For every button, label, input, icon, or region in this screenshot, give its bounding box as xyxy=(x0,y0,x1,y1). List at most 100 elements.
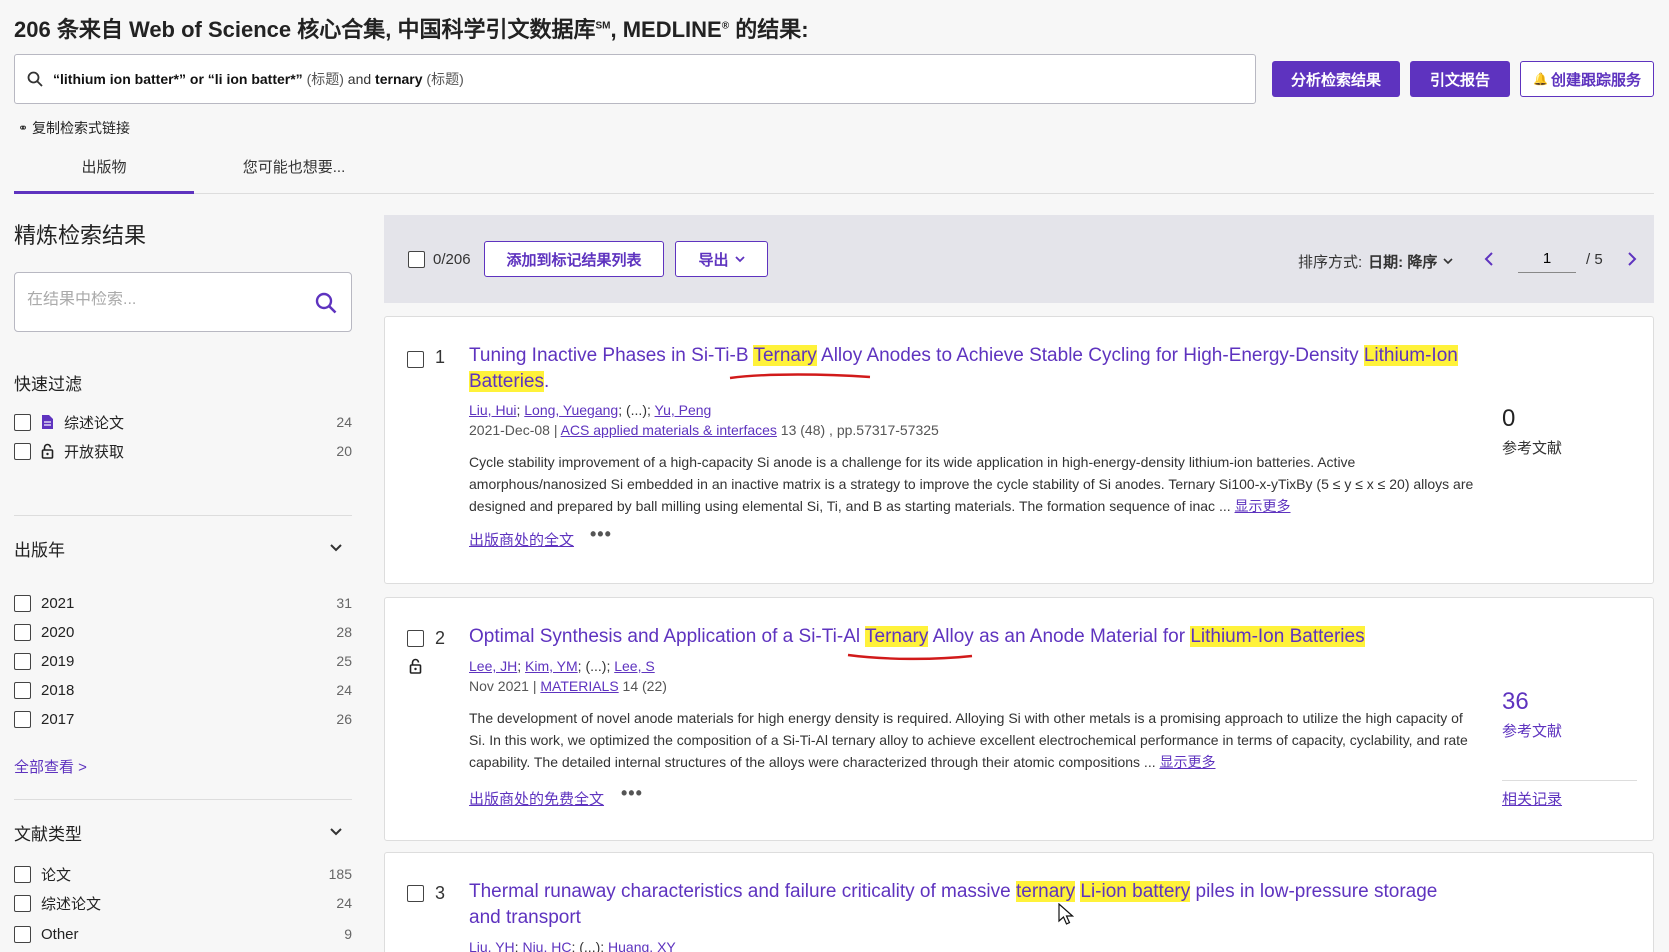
filter-year-2020[interactable]: 2020 28 xyxy=(14,621,352,643)
show-more-link[interactable]: 显示更多 xyxy=(1160,754,1216,770)
analyze-results-button[interactable]: 分析检索结果 xyxy=(1272,61,1400,97)
author-link[interactable]: Long, Yuegang xyxy=(524,402,618,418)
tab-publications[interactable]: 出版物 xyxy=(14,156,194,194)
select-all[interactable]: 0/206 xyxy=(408,251,471,268)
query-text: “lithium ion batter*” or “li ion batter*… xyxy=(53,71,464,87)
divider xyxy=(14,799,352,800)
author-link[interactable]: Lee, JH xyxy=(469,658,517,674)
result-tabs: 出版物 您可能也想要... xyxy=(14,148,1654,194)
result-authors: Lee, JH; Kim, YM; (...); Lee, S xyxy=(469,658,655,674)
quick-filter-title: 快速过滤 xyxy=(14,375,82,394)
chevron-right-icon[interactable] xyxy=(1627,252,1637,266)
result-authors: Liu, Hui; Long, Yuegang; (...); Yu, Peng xyxy=(469,402,712,418)
results-count: 206 xyxy=(14,17,51,42)
result-source: Nov 2021 | MATERIALS 14 (22) xyxy=(469,678,667,694)
references-label[interactable]: 参考文献 xyxy=(1502,720,1562,741)
doc-type-title: 文献类型 xyxy=(14,825,82,844)
author-link[interactable]: Liu, Hui xyxy=(469,402,516,418)
result-number: 3 xyxy=(435,883,446,903)
more-options-icon[interactable]: ••• xyxy=(621,783,643,804)
author-link[interactable]: Yu, Peng xyxy=(655,402,712,418)
page-number-input[interactable] xyxy=(1518,245,1576,273)
copy-query-link[interactable]: ⚭ 复制检索式链接 xyxy=(18,118,130,138)
result-title-link[interactable]: Optimal Synthesis and Application of a S… xyxy=(469,624,1469,650)
query-bar[interactable]: “lithium ion batter*” or “li ion batter*… xyxy=(14,54,1256,104)
checkbox[interactable] xyxy=(14,442,31,460)
filter-doctype-article[interactable]: 论文 185 xyxy=(14,863,352,885)
add-to-marked-list-button[interactable]: 添加到标记结果列表 xyxy=(484,241,664,277)
author-link[interactable]: Kim, YM xyxy=(525,658,578,674)
refine-search-box xyxy=(14,272,352,332)
results-source-text: 条来自 Web of Science 核心合集, 中国科学引文数据库 xyxy=(56,17,596,42)
red-underline-annotation xyxy=(729,373,871,380)
search-icon[interactable] xyxy=(315,292,337,314)
refine-search-input[interactable] xyxy=(27,291,297,309)
tab-you-may-also-like[interactable]: 您可能也想要... xyxy=(204,156,384,194)
filter-review[interactable]: 综述论文 24 xyxy=(14,411,352,433)
select-all-checkbox[interactable] xyxy=(408,251,425,268)
checkbox[interactable] xyxy=(14,413,31,431)
bell-icon: 🔔 xyxy=(1533,72,1548,86)
result-card: 2 Optimal Synthesis and Application of a… xyxy=(384,597,1654,841)
lock-open-icon xyxy=(409,658,422,674)
checkbox[interactable] xyxy=(14,710,31,728)
filter-doctype-other[interactable]: Other 9 xyxy=(14,923,352,945)
result-title-link[interactable]: Thermal runaway characteristics and fail… xyxy=(469,879,1469,931)
checkbox[interactable] xyxy=(14,652,31,670)
checkbox[interactable] xyxy=(14,681,31,699)
total-pages: / 5 xyxy=(1586,250,1603,268)
red-underline-annotation xyxy=(847,653,973,661)
author-link[interactable]: Lee, S xyxy=(614,658,654,674)
divider xyxy=(1502,780,1637,781)
full-text-link[interactable]: 出版商处的全文 xyxy=(469,529,574,550)
result-checkbox[interactable] xyxy=(407,630,424,647)
result-title-link[interactable]: Tuning Inactive Phases in Si-Ti-B Ternar… xyxy=(469,343,1469,395)
author-link[interactable]: Liu, YH xyxy=(469,939,515,952)
pagination: / 5 xyxy=(1484,245,1637,273)
result-number: 1 xyxy=(435,347,446,367)
pub-year-title: 出版年 xyxy=(14,541,65,560)
filter-year-2017[interactable]: 2017 26 xyxy=(14,708,352,730)
author-link[interactable]: Huang, XY xyxy=(608,939,676,952)
result-checkbox[interactable] xyxy=(407,351,424,368)
result-number: 2 xyxy=(435,628,446,648)
result-checkbox[interactable] xyxy=(407,885,424,902)
filter-year-2021[interactable]: 2021 31 xyxy=(14,592,352,614)
filter-year-2019[interactable]: 2019 25 xyxy=(14,650,352,672)
link-icon: ⚭ xyxy=(18,121,29,135)
filter-doctype-review[interactable]: 综述论文 24 xyxy=(14,892,352,914)
chevron-down-icon[interactable] xyxy=(330,828,342,836)
chevron-left-icon[interactable] xyxy=(1484,252,1494,266)
result-abstract: Cycle stability improvement of a high-ca… xyxy=(469,454,1474,514)
export-button[interactable]: 导出 xyxy=(675,241,768,277)
see-all-years-link[interactable]: 全部查看 > xyxy=(14,756,87,777)
lock-open-icon xyxy=(41,443,54,459)
result-authors: Liu, YH; Niu, HC; (...); Huang, XY xyxy=(469,939,676,952)
checkbox[interactable] xyxy=(14,894,31,912)
search-icon xyxy=(27,71,43,87)
chevron-down-icon xyxy=(734,255,745,262)
checkbox[interactable] xyxy=(14,925,31,943)
filter-open-access[interactable]: 开放获取 20 xyxy=(14,440,352,462)
journal-link[interactable]: MATERIALS xyxy=(540,678,618,694)
show-more-link[interactable]: 显示更多 xyxy=(1235,498,1291,514)
refine-results-title: 精炼检索结果 xyxy=(14,223,147,248)
results-headline: 206 条来自 Web of Science 核心合集, 中国科学引文数据库SM… xyxy=(14,17,809,42)
result-source: 2021-Dec-08 | ACS applied materials & in… xyxy=(469,422,939,438)
journal-link[interactable]: ACS applied materials & interfaces xyxy=(561,422,777,438)
related-records-link[interactable]: 相关记录 xyxy=(1502,788,1562,809)
chevron-down-icon[interactable] xyxy=(330,544,342,552)
create-alert-button[interactable]: 🔔 创建跟踪服务 xyxy=(1520,61,1654,97)
citation-report-button[interactable]: 引文报告 xyxy=(1410,61,1510,97)
results-toolbar: 0/206 添加到标记结果列表 导出 排序方式: 日期: 降序 / 5 xyxy=(384,215,1654,303)
result-card: 1 Tuning Inactive Phases in Si-Ti-B Tern… xyxy=(384,316,1654,584)
filter-year-2018[interactable]: 2018 24 xyxy=(14,679,352,701)
free-full-text-link[interactable]: 出版商处的免费全文 xyxy=(469,788,604,809)
checkbox[interactable] xyxy=(14,865,31,883)
checkbox[interactable] xyxy=(14,594,31,612)
sort-dropdown[interactable]: 排序方式: 日期: 降序 xyxy=(1298,251,1453,272)
checkbox[interactable] xyxy=(14,623,31,641)
more-options-icon[interactable]: ••• xyxy=(590,524,612,545)
author-link[interactable]: Niu, HC xyxy=(522,939,571,952)
references-count-link[interactable]: 36 xyxy=(1502,688,1529,716)
